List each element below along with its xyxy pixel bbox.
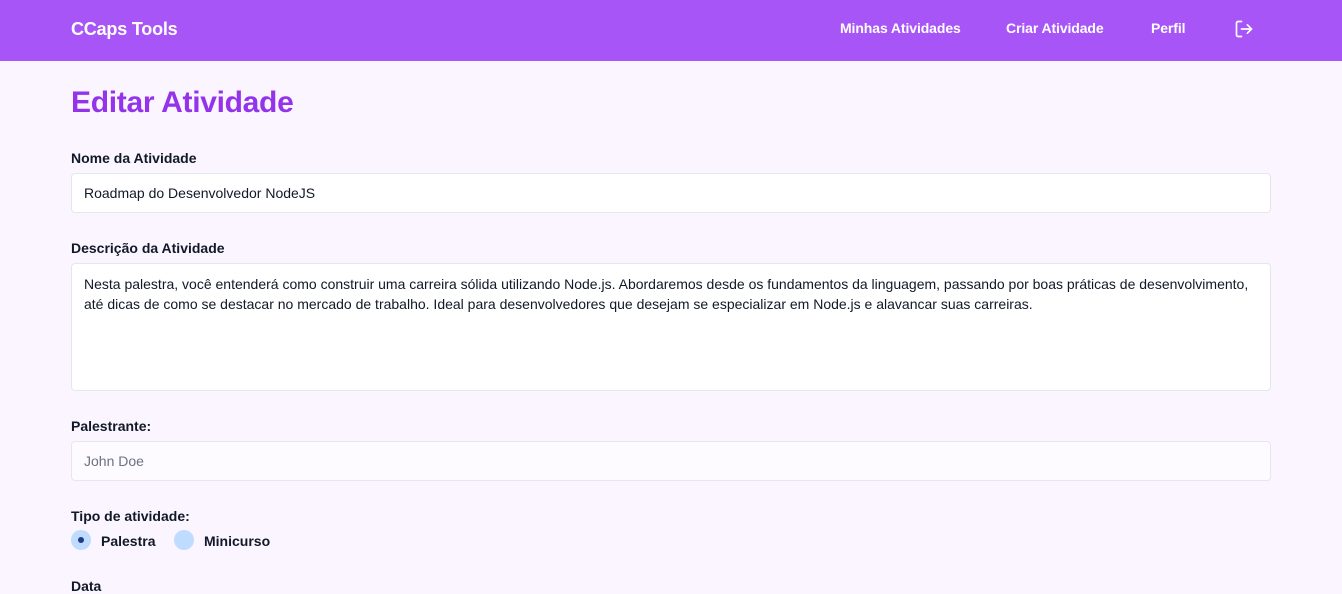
speaker-input[interactable]	[71, 441, 1271, 481]
radio-minicurso-button[interactable]	[174, 530, 194, 550]
date-label: Data	[71, 578, 102, 594]
radio-minicurso-label: Minicurso	[204, 533, 271, 549]
activity-type-label: Tipo de atividade:	[71, 508, 190, 524]
page-title: Editar Atividade	[71, 86, 294, 119]
navbar: CCaps Tools Minhas Atividades Criar Ativ…	[0, 0, 1342, 61]
nav-link-minhas-atividades[interactable]: Minhas Atividades	[840, 20, 961, 36]
description-label: Descrição da Atividade	[71, 240, 225, 256]
radio-palestra-button[interactable]	[71, 530, 91, 550]
nav-link-perfil[interactable]: Perfil	[1151, 20, 1186, 36]
nav-link-criar-atividade[interactable]: Criar Atividade	[1006, 20, 1104, 36]
name-label: Nome da Atividade	[71, 150, 197, 166]
speaker-label: Palestrante:	[71, 418, 152, 434]
brand-logo[interactable]: CCaps Tools	[71, 19, 178, 40]
activity-description-textarea[interactable]: Nesta palestra, você entenderá como cons…	[71, 263, 1271, 391]
activity-name-input[interactable]	[71, 173, 1271, 213]
logout-icon[interactable]	[1234, 19, 1254, 39]
radio-palestra-label: Palestra	[101, 533, 156, 549]
